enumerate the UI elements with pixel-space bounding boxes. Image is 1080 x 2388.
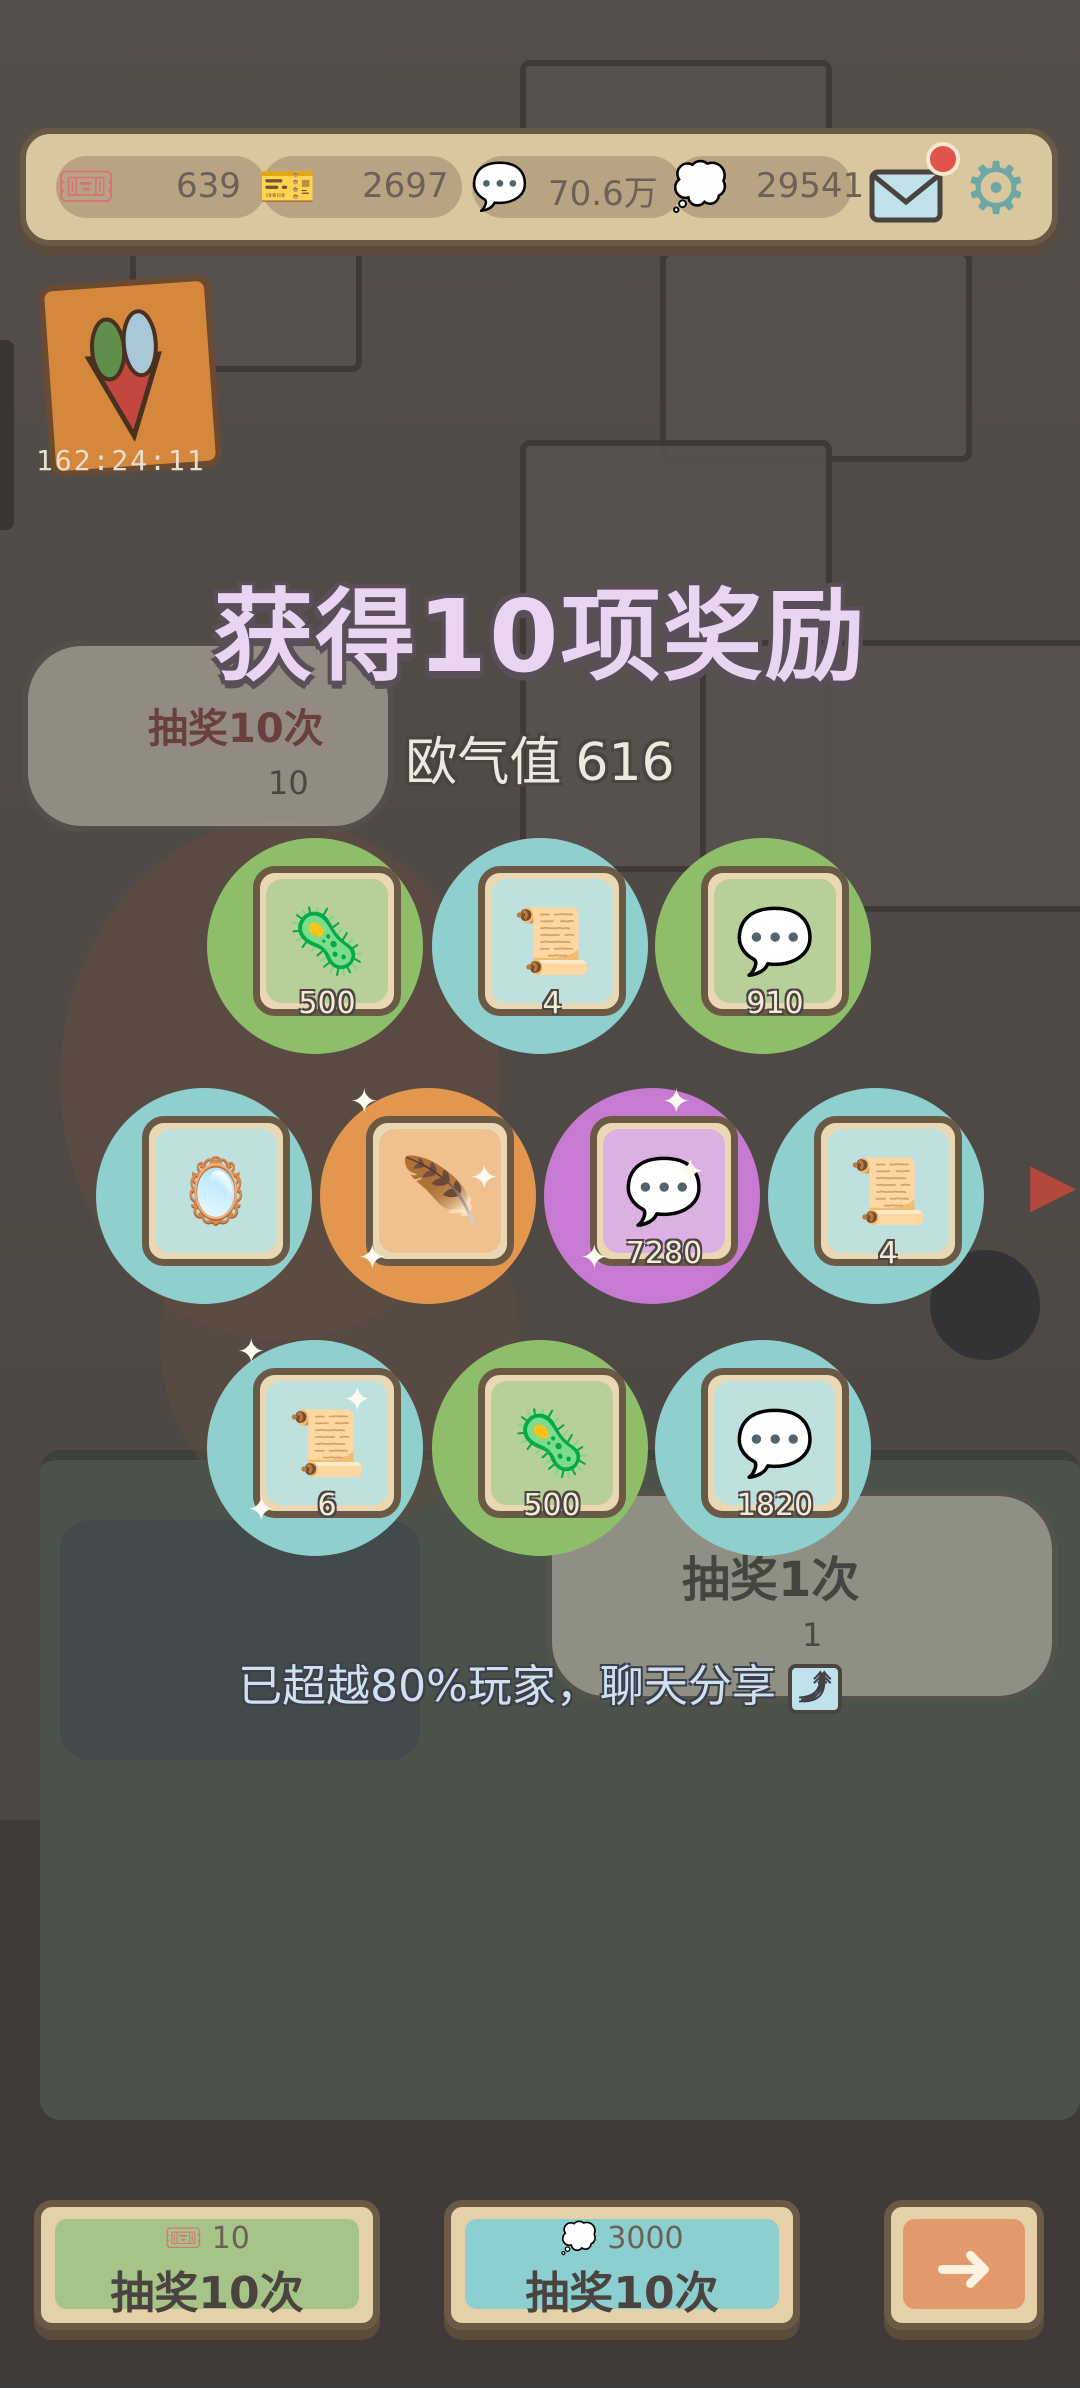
draw-ticket-label: 抽奖10次: [110, 2268, 304, 2319]
draw-10-ticket-button[interactable]: 🎟 10 抽奖10次: [34, 2200, 380, 2330]
draw-ghost-label: 抽奖10次: [525, 2268, 719, 2319]
next-button[interactable]: ➜: [884, 2200, 1044, 2330]
reward-title: 获得10项奖励: [213, 578, 867, 695]
reward-item[interactable]: 🪶 ✦ ✦ ✦: [320, 1082, 536, 1304]
mail-badge: [926, 142, 960, 176]
mirror-icon: 🪞: [155, 1129, 277, 1253]
gray-ghost-value: 70.6万: [548, 174, 658, 214]
reward-item[interactable]: 📜 6 ✦ ✦ ✦: [207, 1332, 423, 1556]
reward-count: 4: [542, 986, 562, 1021]
resource-red-ticket[interactable]: 🎟 639: [56, 156, 266, 218]
draw-10-ghost-button[interactable]: 💭 3000 抽奖10次: [444, 2200, 800, 2330]
reward-item[interactable]: 📜 4: [768, 1088, 984, 1304]
reward-item[interactable]: 🦠 500: [432, 1340, 648, 1556]
reward-item[interactable]: 📜 4: [432, 838, 648, 1054]
draw-ticket-cost: 10: [211, 2221, 250, 2256]
sparkle-icon: ✦: [247, 1490, 276, 1530]
share-link[interactable]: 已超越80%玩家，聊天分享 ⤴: [0, 1650, 1080, 1714]
reward-count: 500: [523, 1488, 581, 1523]
sparkle-icon: ✦: [358, 1238, 387, 1278]
gray-ghost-icon: 💬: [471, 158, 529, 213]
sparkle-icon: ✦: [470, 1158, 499, 1198]
gray-ghost-icon: 💬: [714, 1381, 836, 1505]
scroll-icon: 📜: [827, 1129, 949, 1253]
sparkle-icon: ✦: [350, 1082, 379, 1122]
red-ticket-icon: 🎟: [164, 2221, 203, 2256]
share-text: 已超越80%玩家，聊天分享: [238, 1661, 776, 1712]
draw-ghost-cost: 3000: [607, 2221, 684, 2256]
event-timer: 162:24:11: [36, 444, 206, 477]
side-tab[interactable]: [0, 340, 14, 530]
white-ghost-icon: 💭: [560, 2221, 598, 2256]
reward-count: 7280: [625, 1236, 703, 1271]
reward-item[interactable]: 🪞: [96, 1088, 312, 1304]
resource-white-ghost[interactable]: 💭 29541: [671, 156, 864, 218]
gear-icon: ⚙: [963, 146, 1029, 230]
white-ghost-value: 29541: [756, 166, 865, 206]
reward-item[interactable]: 💬 1820: [655, 1340, 871, 1556]
reward-item[interactable]: 🦠 500: [207, 838, 423, 1054]
settings-button[interactable]: ⚙: [956, 148, 1036, 228]
blue-ticket-icon: 🎫: [259, 158, 317, 213]
purple-germ-icon: 🦠: [266, 879, 388, 1003]
resource-gray-ghost[interactable]: 💬 70.6万: [471, 156, 682, 218]
luck-value-line: 欧气值 616: [0, 720, 1080, 795]
bouquet-icon: [84, 309, 162, 443]
arrow-right-icon: ➜: [903, 2219, 1025, 2309]
reward-count: 500: [298, 986, 356, 1021]
sparkle-icon: ✦: [343, 1380, 372, 1420]
red-ticket-icon: 🎟: [56, 158, 116, 213]
gray-ghost-icon: 💬: [603, 1129, 725, 1253]
panel1-cost: 1: [802, 1616, 823, 1654]
white-ghost-icon: 💭: [671, 158, 729, 213]
share-icon[interactable]: ⤴: [787, 1664, 842, 1714]
sparkle-icon: ✦: [580, 1238, 609, 1278]
scroll-icon: 📜: [491, 879, 613, 1003]
red-ticket-value: 639: [176, 166, 241, 206]
gray-ghost-icon: 💬: [714, 879, 836, 1003]
luck-label: 欧气值: [405, 733, 562, 793]
side-arrow-icon[interactable]: ▶: [1030, 1150, 1076, 1220]
luck-value: 616: [575, 733, 675, 793]
sparkle-icon: ✦: [676, 1152, 705, 1192]
reward-count: 1820: [736, 1488, 814, 1523]
resource-bar: 🎟 639 🎫 2697 💬 70.6万 💭 29541 ⚙: [20, 128, 1058, 246]
reward-item[interactable]: 💬 910: [655, 838, 871, 1054]
sparkle-icon: ✦: [662, 1082, 691, 1122]
reward-item[interactable]: 💬 7280 ✦ ✦ ✦: [544, 1082, 760, 1304]
reward-count: 910: [746, 986, 804, 1021]
resource-blue-ticket[interactable]: 🎫 2697: [259, 156, 462, 218]
sparkle-icon: ✦: [237, 1332, 266, 1372]
blue-ticket-value: 2697: [362, 166, 449, 206]
reward-count: 4: [878, 1236, 898, 1271]
green-germ-icon: 🦠: [491, 1381, 613, 1505]
